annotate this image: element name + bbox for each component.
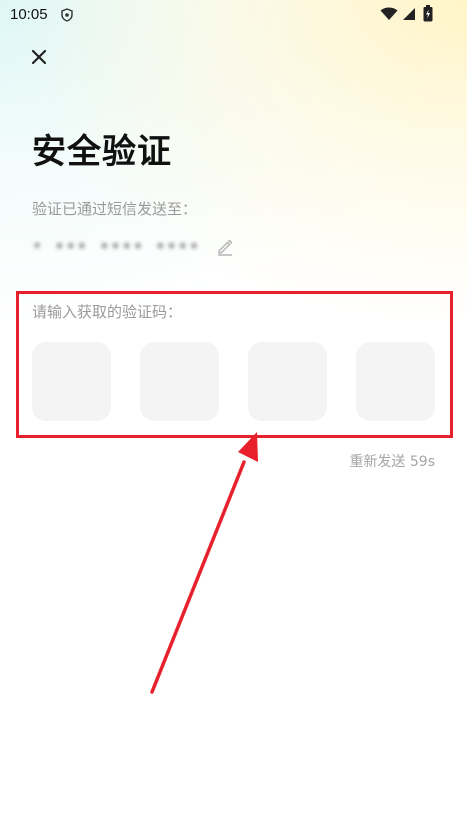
code-input-4[interactable]	[356, 342, 435, 421]
phone-number: • ▪▪▪ ▪▪▪▪ ▪▪▪▪	[32, 237, 201, 257]
signal-icon	[403, 8, 415, 20]
status-time: 10:05	[10, 6, 48, 23]
code-input-2[interactable]	[140, 342, 219, 421]
phone-row: • ▪▪▪ ▪▪▪▪ ▪▪▪▪	[32, 235, 234, 259]
shield-icon	[61, 8, 73, 22]
battery-icon	[423, 5, 433, 22]
page-title: 安全验证	[32, 132, 172, 172]
code-input-3[interactable]	[248, 342, 327, 421]
code-label: 请输入获取的验证码：	[32, 303, 183, 321]
sms-hint: 验证已通过短信发送至：	[32, 200, 198, 218]
wifi-icon	[380, 7, 398, 20]
edit-icon[interactable]	[216, 238, 234, 256]
status-bar: 10:05	[0, 0, 467, 30]
resend-countdown[interactable]: 重新发送 59s	[349, 451, 435, 471]
close-button[interactable]	[24, 42, 54, 72]
code-input-1[interactable]	[32, 342, 111, 421]
close-icon	[31, 49, 47, 65]
